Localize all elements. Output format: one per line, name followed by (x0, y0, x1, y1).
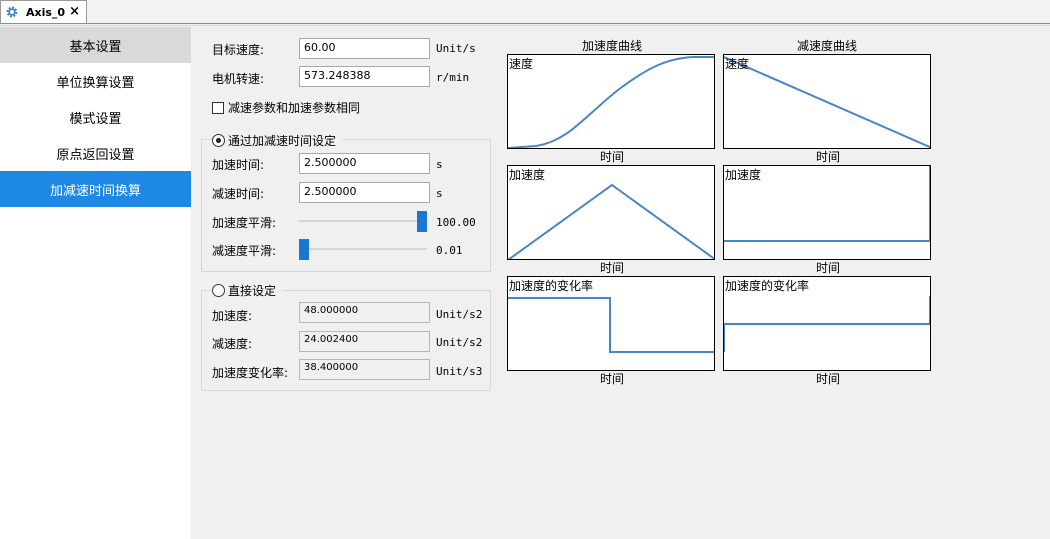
tab-axis-0[interactable]: Axis_0 × (0, 0, 87, 23)
decel-speed-curve (724, 56, 930, 148)
jerk-input[interactable]: 38.400000 (299, 359, 430, 380)
sidebar: 基本设置 单位换算设置 模式设置 原点返回设置 加减速时间换算 (0, 27, 191, 539)
sidebar-item-basic-settings[interactable]: 基本设置 (0, 27, 191, 63)
motor-speed-unit: r/min (436, 71, 470, 84)
accel-jerk-plot: 加速度的变化率 (507, 276, 715, 371)
checkbox-box[interactable] (212, 101, 224, 114)
decel-input[interactable]: 24.002400 (299, 331, 430, 352)
same-params-checkbox[interactable]: 减速参数和加速参数相同 (212, 99, 360, 116)
x-axis-label: 时间 (815, 261, 840, 275)
plot-label-jerk: 加速度的变化率 (725, 279, 810, 293)
divider (0, 25, 1050, 26)
jerk-label: 加速度变化率: (212, 366, 289, 380)
accel-smooth-slider[interactable] (299, 211, 427, 232)
time-settings-title: 通过加减速时间设定 (228, 134, 337, 148)
decel-jerk-plot: 加速度的变化率 (723, 276, 931, 371)
target-speed-label: 目标速度: (212, 43, 265, 57)
decel-curve-title: 减速度曲线 (796, 39, 857, 53)
decel-time-input[interactable]: 2.500000 (299, 182, 430, 203)
decel-time-unit: s (436, 187, 443, 200)
slider-track (299, 220, 427, 222)
accel-jerk-curve (508, 297, 714, 353)
x-axis-label: 时间 (599, 261, 624, 275)
decel-label: 减速度: (212, 337, 253, 351)
accel-time-input[interactable]: 2.500000 (299, 153, 430, 174)
same-params-label: 减速参数和加速参数相同 (228, 101, 361, 115)
decel-smooth-slider[interactable] (299, 239, 427, 260)
plot-label-accel: 加速度 (725, 168, 762, 182)
jerk-unit: Unit/s3 (436, 365, 483, 378)
accel-time-unit: s (436, 158, 443, 171)
decel-smooth-value: 0.01 (436, 244, 463, 257)
decel-accel-plot: 加速度 (723, 165, 931, 260)
slider-handle[interactable] (417, 211, 427, 232)
accel-time-label: 加速时间: (212, 158, 265, 172)
decel-time-label: 减速时间: (212, 187, 265, 201)
close-icon[interactable]: × (69, 4, 80, 19)
time-settings-radio[interactable]: 通过加减速时间设定 (212, 132, 343, 149)
accel-accel-curve (508, 183, 714, 259)
x-axis-label: 时间 (815, 150, 840, 164)
accel-smooth-label: 加速度平滑: (212, 216, 277, 230)
direct-settings-title: 直接设定 (228, 284, 277, 298)
decel-unit: Unit/s2 (436, 336, 483, 349)
sidebar-item-home-return[interactable]: 原点返回设置 (0, 135, 191, 171)
tab-title: Axis_0 (26, 5, 66, 19)
plot-label-speed: 速度 (725, 57, 750, 71)
tab-strip: Axis_0 × (0, 0, 1050, 24)
accel-accel-plot: 加速度 (507, 165, 715, 260)
accel-unit: Unit/s2 (436, 308, 483, 321)
slider-handle[interactable] (299, 239, 309, 260)
accel-curve-title: 加速度曲线 (581, 39, 642, 53)
x-axis-label: 时间 (599, 150, 624, 164)
decel-smooth-label: 减速度平滑: (212, 244, 277, 258)
accel-input[interactable]: 48.000000 (299, 302, 430, 323)
radio-indicator[interactable] (212, 134, 225, 147)
motor-speed-input[interactable]: 573.248388 (299, 66, 430, 87)
accel-speed-plot: 速度 (507, 54, 715, 149)
accel-label: 加速度: (212, 309, 253, 323)
motor-speed-label: 电机转速: (212, 72, 265, 86)
plot-label-speed: 速度 (509, 57, 534, 71)
sidebar-item-mode-settings[interactable]: 模式设置 (0, 99, 191, 135)
decel-jerk-curve (724, 296, 930, 352)
accel-smooth-value: 100.00 (436, 216, 476, 229)
direct-settings-radio[interactable]: 直接设定 (212, 282, 283, 299)
decel-speed-plot: 速度 (723, 54, 931, 149)
sidebar-item-accel-decel-time[interactable]: 加减速时间换算 (0, 171, 191, 207)
sidebar-item-unit-conversion[interactable]: 单位换算设置 (0, 63, 191, 99)
x-axis-label: 时间 (815, 372, 840, 386)
target-speed-unit: Unit/s (436, 42, 476, 55)
x-axis-label: 时间 (599, 372, 624, 386)
plot-label-accel: 加速度 (509, 168, 546, 182)
gear-icon (6, 6, 18, 18)
accel-speed-curve (508, 56, 714, 148)
slider-track (299, 248, 427, 250)
plot-label-jerk: 加速度的变化率 (509, 279, 594, 293)
radio-indicator[interactable] (212, 284, 225, 297)
target-speed-input[interactable]: 60.00 (299, 38, 430, 59)
